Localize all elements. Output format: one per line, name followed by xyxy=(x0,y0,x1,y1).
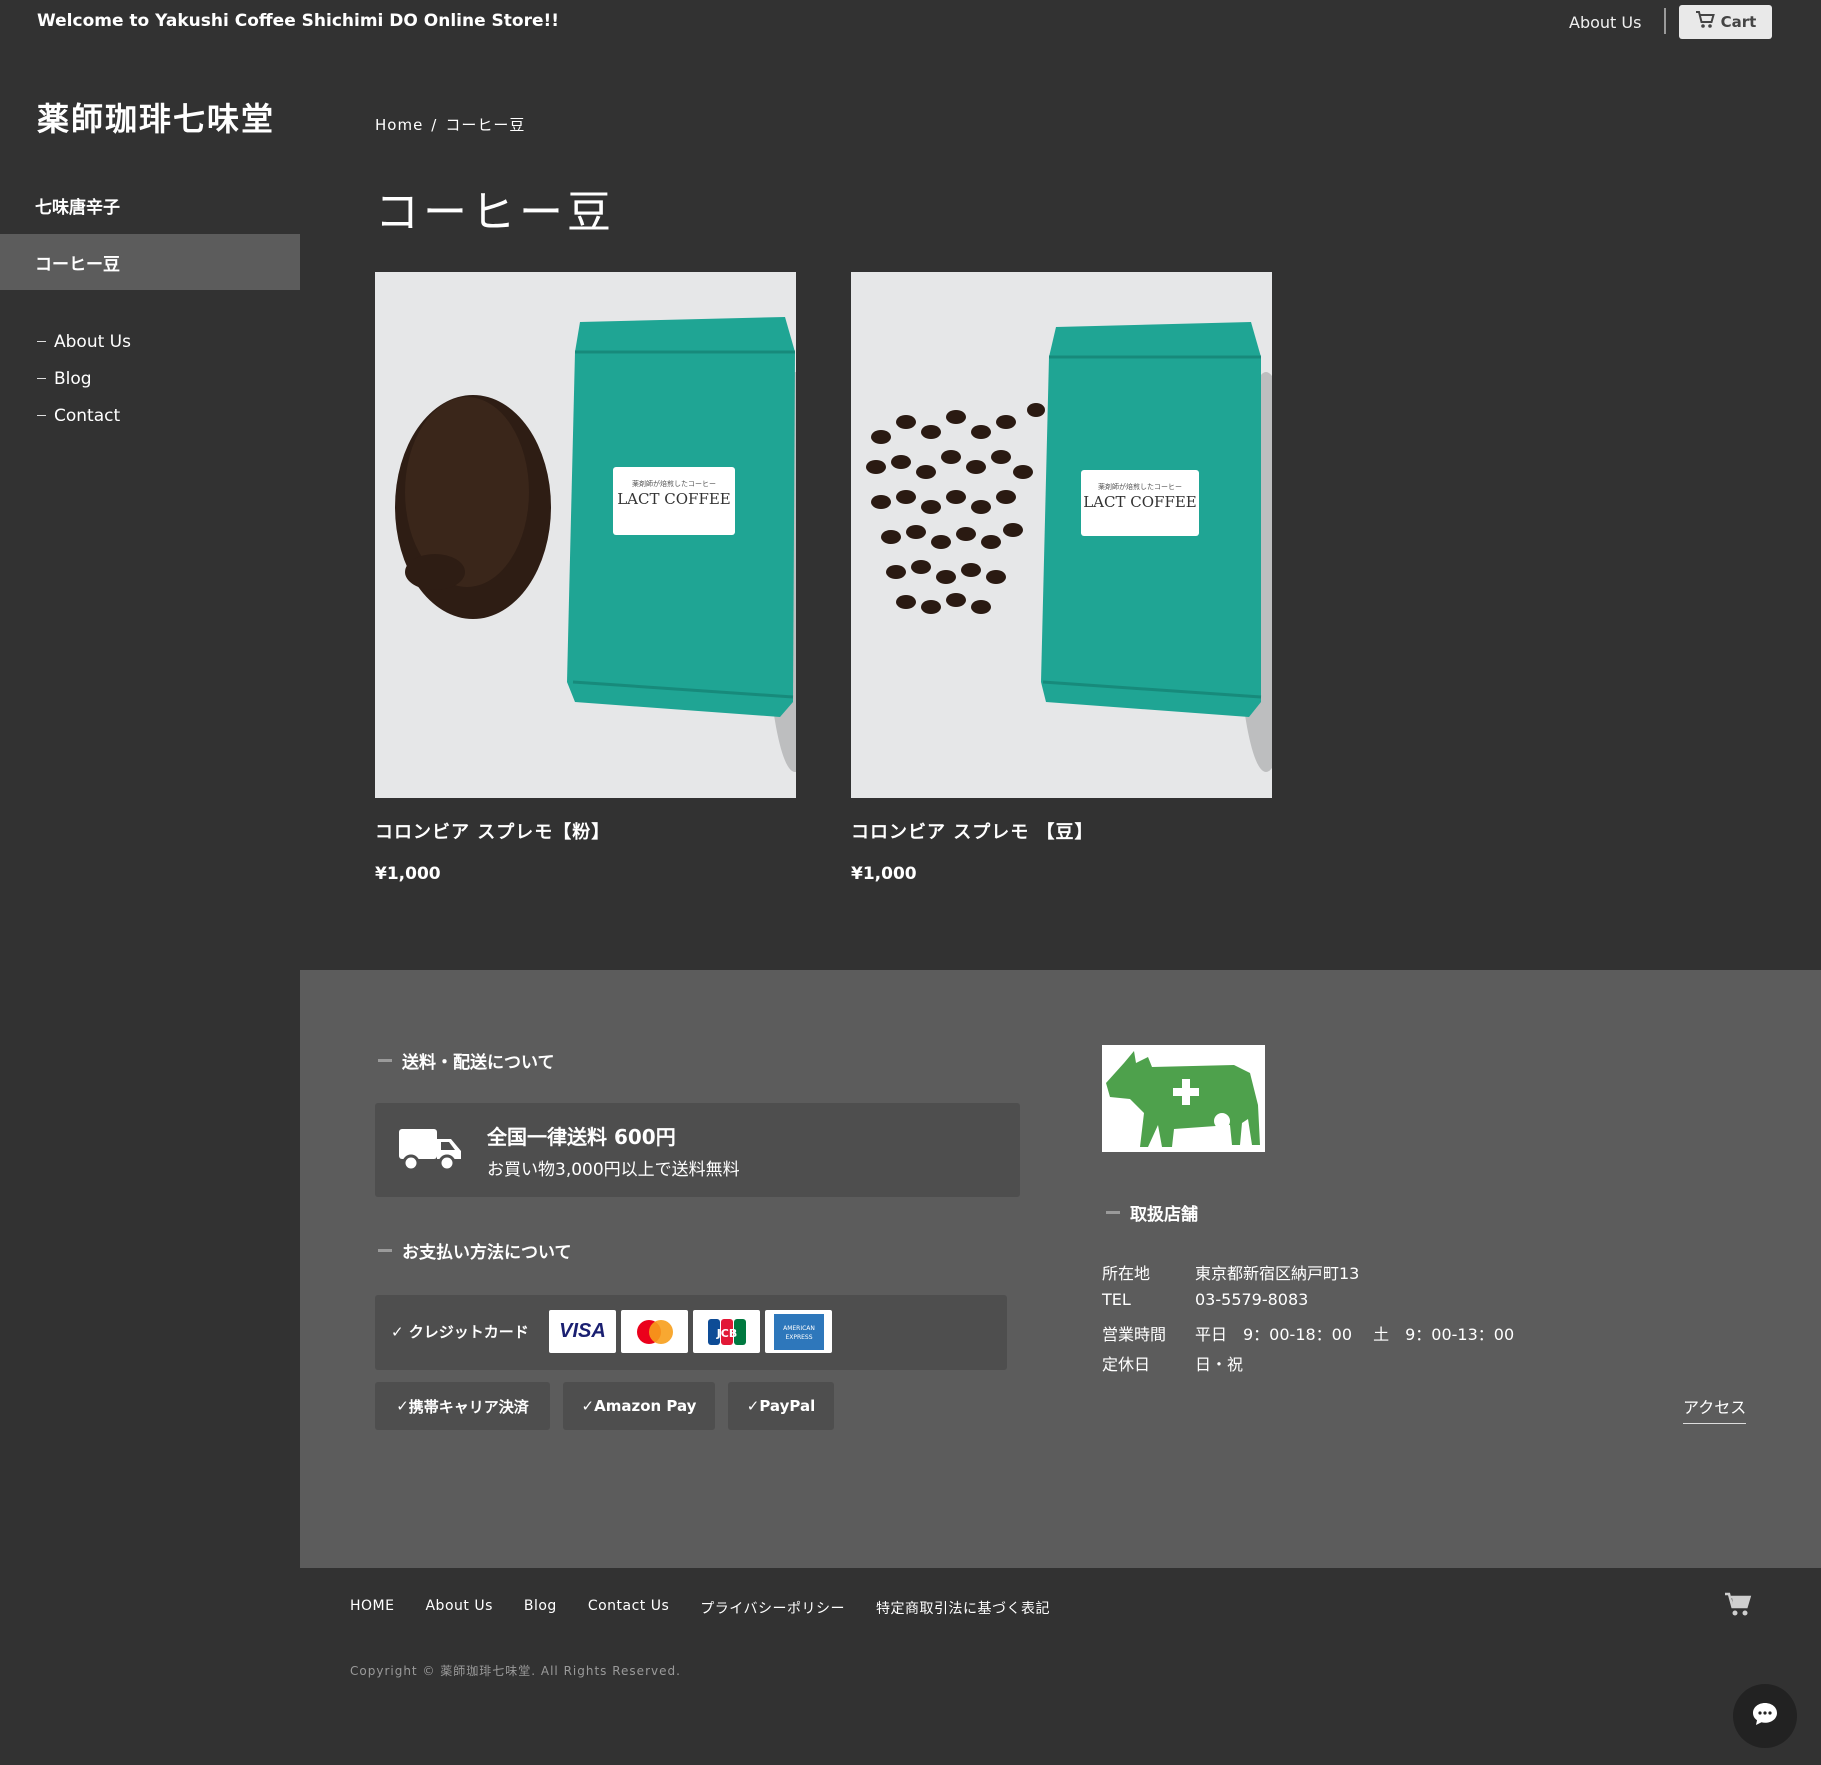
chip-label: Amazon Pay xyxy=(594,1397,697,1415)
cow-cross-logo xyxy=(1102,1045,1265,1152)
shipping-subtitle: お買い物3,000円以上で送料無料 xyxy=(487,1160,740,1180)
shipping-heading: 送料・配送について xyxy=(378,1048,555,1073)
svg-text:JCB: JCB xyxy=(715,1327,737,1340)
store-row-value: 日・祝 xyxy=(1195,1355,1244,1374)
store-row: 営業時間 平日 9：00-18：00 土 9：00-13：00 xyxy=(1102,1321,1514,1345)
breadcrumb-current: コーヒー豆 xyxy=(445,116,526,134)
svg-text:AMERICAN: AMERICAN xyxy=(783,1325,815,1332)
page-title: コーヒー豆 xyxy=(375,187,615,238)
footer-link-blog[interactable]: Blog xyxy=(524,1598,557,1618)
top-bar: Welcome to Yakushi Coffee Shichimi DO On… xyxy=(0,0,1821,44)
product-price: ¥1,000 xyxy=(851,864,917,884)
dash-icon xyxy=(1106,1211,1120,1214)
sidebar-link-label: Contact xyxy=(54,405,121,426)
amazon-pay-chip: ✓ Amazon Pay xyxy=(563,1382,715,1430)
top-about-link[interactable]: About Us xyxy=(1569,13,1641,32)
paypal-chip: ✓ PayPal xyxy=(728,1382,834,1430)
welcome-message: Welcome to Yakushi Coffee Shichimi DO On… xyxy=(37,11,559,31)
store-heading: 取扱店舗 xyxy=(1106,1200,1198,1225)
check-icon: ✓ xyxy=(746,1397,760,1415)
footer-link-about[interactable]: About Us xyxy=(425,1598,492,1618)
sidebar-category-shichimi[interactable]: 七味唐辛子 xyxy=(0,177,300,233)
shipping-box: 全国一律送料 600円 お買い物3,000円以上で送料無料 xyxy=(375,1103,1020,1197)
check-icon: ✓ xyxy=(581,1397,595,1415)
product-card[interactable]: 薬剤師が焙煎したコーヒー LACT COFFEE コロンビア スプレモ 【豆】 … xyxy=(851,272,1272,884)
dash-icon xyxy=(378,1059,392,1062)
footer-link-privacy[interactable]: プライバシーポリシー xyxy=(700,1598,845,1618)
credit-card-box: ✓ クレジットカード VISA JCB AMERICAN EXPRESS xyxy=(375,1295,1007,1370)
breadcrumb-home[interactable]: Home xyxy=(375,116,423,134)
mastercard-icon xyxy=(621,1310,688,1353)
store-row-value: 東京都新宿区納戸町13 xyxy=(1195,1264,1360,1283)
dash-icon xyxy=(37,341,46,342)
cart-label: Cart xyxy=(1720,13,1757,31)
sidebar-links: About Us Blog Contact xyxy=(37,323,131,434)
dash-icon xyxy=(37,378,46,379)
bag-small-label: 薬剤師が焙煎したコーヒー xyxy=(1098,482,1182,491)
sidebar-category-label: 七味唐辛子 xyxy=(35,197,120,218)
store-row-key: 営業時間 xyxy=(1102,1325,1167,1344)
amex-card-icon: AMERICAN EXPRESS xyxy=(765,1310,832,1353)
store-row-key: 所在地 xyxy=(1102,1264,1151,1283)
check-icon: ✓ xyxy=(391,1323,409,1341)
sidebar-link-label: Blog xyxy=(54,368,92,389)
dash-icon xyxy=(37,415,46,416)
bag-label: LACT COFFEE xyxy=(1083,493,1197,511)
chip-label: 携帯キャリア決済 xyxy=(408,1397,529,1416)
footer-info-panel: 送料・配送について 全国一律送料 600円 お買い物3,000円以上で送料無料 … xyxy=(300,970,1821,1568)
chat-button[interactable] xyxy=(1733,1684,1797,1748)
footer-link-contact[interactable]: Contact Us xyxy=(588,1598,669,1618)
payment-heading: お支払い方法について xyxy=(378,1238,572,1263)
store-row: 所在地 東京都新宿区納戸町13 xyxy=(1102,1260,1359,1284)
sidebar-link-contact[interactable]: Contact xyxy=(37,397,131,434)
sidebar-category-coffee[interactable]: コーヒー豆 xyxy=(0,234,300,290)
credit-label-text: クレジットカード xyxy=(408,1323,529,1341)
truck-icon xyxy=(397,1125,463,1179)
visa-text: VISA xyxy=(559,1320,606,1342)
jcb-card-icon: JCB xyxy=(693,1310,760,1353)
sidebar-category-label: コーヒー豆 xyxy=(35,254,120,275)
check-icon: ✓ xyxy=(396,1397,409,1415)
store-heading-text: 取扱店舗 xyxy=(1130,1205,1198,1225)
footer-nav: HOME About Us Blog Contact Us プライバシーポリシー… xyxy=(350,1598,1050,1618)
cart-button[interactable]: Cart xyxy=(1679,5,1772,39)
product-price: ¥1,000 xyxy=(375,864,441,884)
footer-link-tokushoho[interactable]: 特定商取引法に基づく表記 xyxy=(876,1598,1050,1618)
breadcrumb: Home / コーヒー豆 xyxy=(375,114,525,135)
sidebar-link-about[interactable]: About Us xyxy=(37,323,131,360)
svg-text:EXPRESS: EXPRESS xyxy=(785,1334,812,1341)
store-row-value: 03-5579-8083 xyxy=(1195,1290,1309,1309)
sidebar-link-blog[interactable]: Blog xyxy=(37,360,131,397)
breadcrumb-separator: / xyxy=(431,116,438,134)
shipping-heading-text: 送料・配送について xyxy=(402,1053,555,1073)
credit-label: ✓ クレジットカード xyxy=(391,1321,529,1342)
store-row-key: 定休日 xyxy=(1102,1355,1151,1374)
dash-icon xyxy=(378,1249,392,1252)
product-card[interactable]: 薬剤師が焙煎したコーヒー LACT COFFEE コロンビア スプレモ【粉】 ¥… xyxy=(375,272,796,884)
shipping-title: 全国一律送料 600円 xyxy=(487,1125,676,1149)
copyright: Copyright © 薬師珈琲七味堂. All Rights Reserved… xyxy=(350,1664,681,1678)
store-row: TEL 03-5579-8083 xyxy=(1102,1290,1308,1309)
cart-icon xyxy=(1695,11,1715,33)
store-row-value: 平日 9：00-18：00 土 9：00-13：00 xyxy=(1195,1325,1515,1344)
product-image[interactable]: 薬剤師が焙煎したコーヒー LACT COFFEE xyxy=(851,272,1272,798)
bag-small-label: 薬剤師が焙煎したコーヒー xyxy=(632,479,716,488)
footer-link-home[interactable]: HOME xyxy=(350,1598,394,1618)
product-image[interactable]: 薬剤師が焙煎したコーヒー LACT COFFEE xyxy=(375,272,796,798)
visa-card-icon: VISA xyxy=(549,1310,616,1353)
product-name[interactable]: コロンビア スプレモ【粉】 xyxy=(375,818,796,844)
chip-label: PayPal xyxy=(759,1397,816,1415)
store-row: 定休日 日・祝 xyxy=(1102,1351,1243,1375)
sidebar-link-label: About Us xyxy=(54,331,131,352)
divider xyxy=(1664,8,1666,34)
bag-label: LACT COFFEE xyxy=(617,490,731,508)
store-row-key: TEL xyxy=(1102,1290,1131,1309)
chat-icon xyxy=(1751,1701,1779,1731)
payment-heading-text: お支払い方法について xyxy=(402,1243,572,1263)
access-link[interactable]: アクセス xyxy=(1683,1394,1747,1424)
footer-cart-icon[interactable] xyxy=(1724,1592,1752,1622)
product-name[interactable]: コロンビア スプレモ 【豆】 xyxy=(851,818,1272,844)
site-logo[interactable]: 薬師珈琲七味堂 xyxy=(37,94,275,140)
carrier-payment-chip: ✓ 携帯キャリア決済 xyxy=(375,1382,550,1430)
